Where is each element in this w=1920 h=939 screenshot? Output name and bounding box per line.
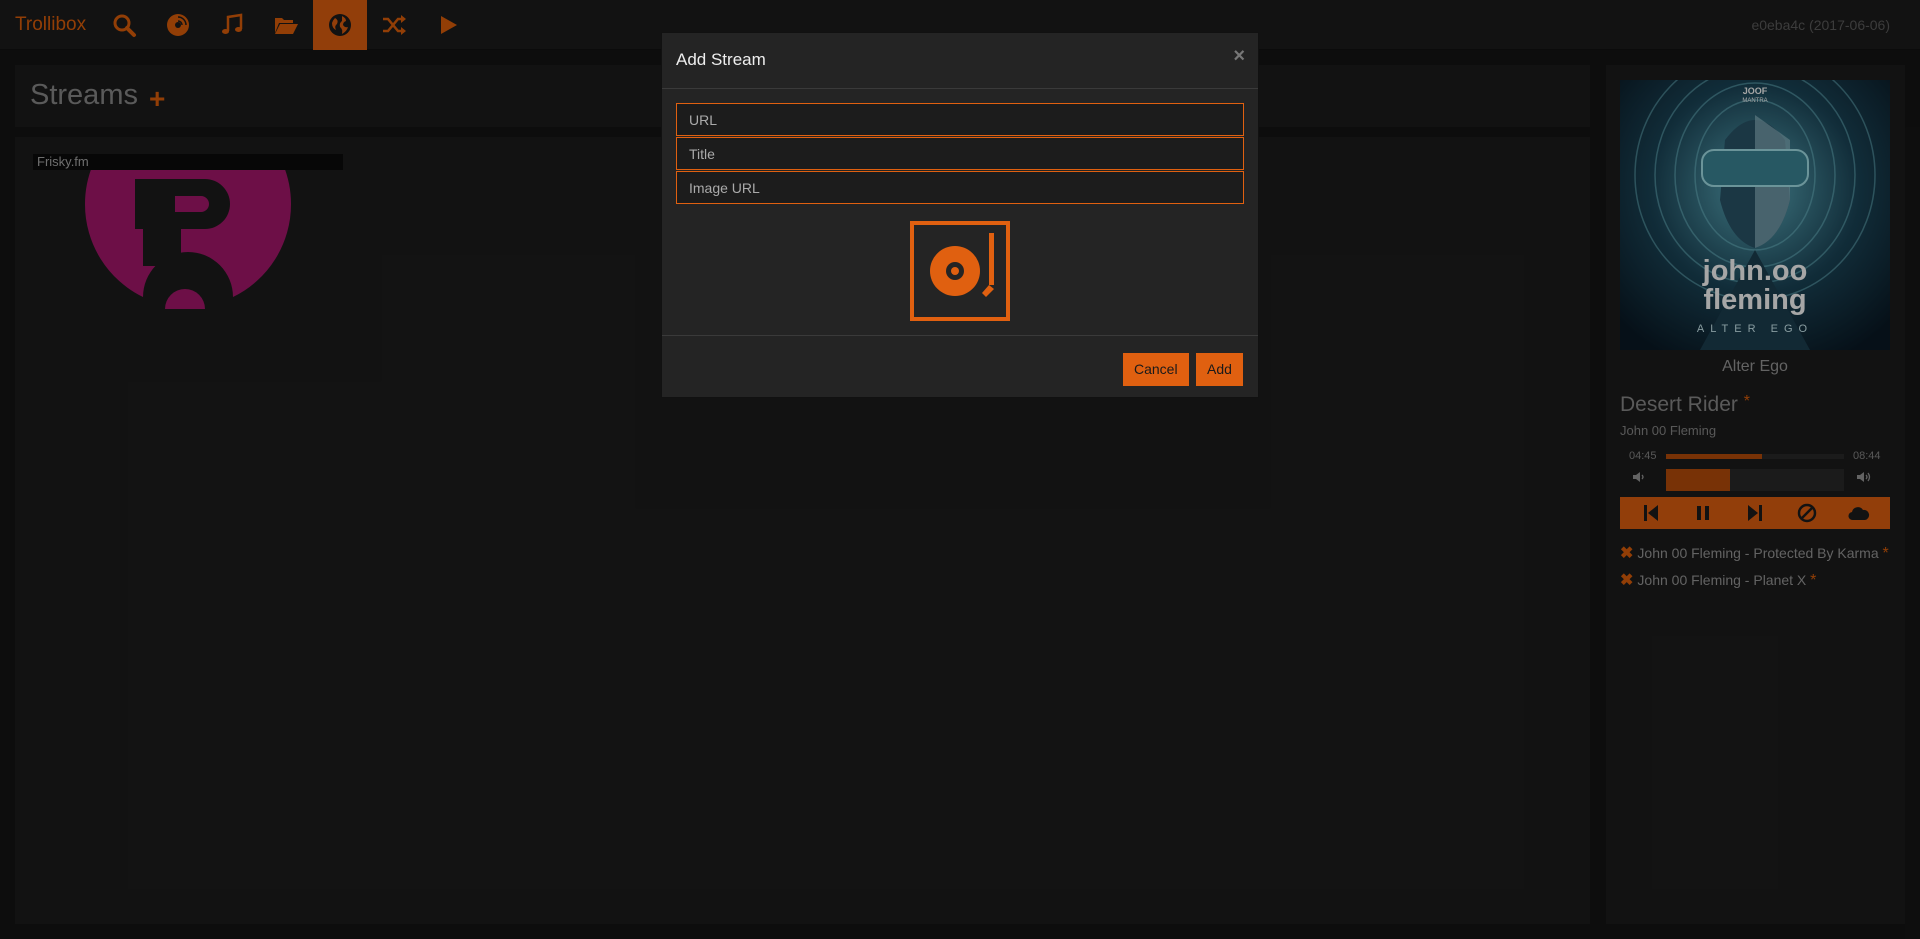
title-input[interactable] — [676, 137, 1244, 170]
modal-title: Add Stream — [676, 50, 766, 69]
turntable-icon — [910, 221, 1010, 321]
add-stream-dialog: Add Stream × Cancel Add — [661, 32, 1259, 398]
close-button[interactable]: × — [1233, 45, 1245, 68]
modal-header: Add Stream × — [662, 33, 1258, 89]
url-input[interactable] — [676, 103, 1244, 136]
image-url-input[interactable] — [676, 171, 1244, 204]
cancel-button[interactable]: Cancel — [1123, 353, 1189, 386]
modal-footer: Cancel Add — [662, 335, 1258, 397]
add-button[interactable]: Add — [1196, 353, 1243, 386]
